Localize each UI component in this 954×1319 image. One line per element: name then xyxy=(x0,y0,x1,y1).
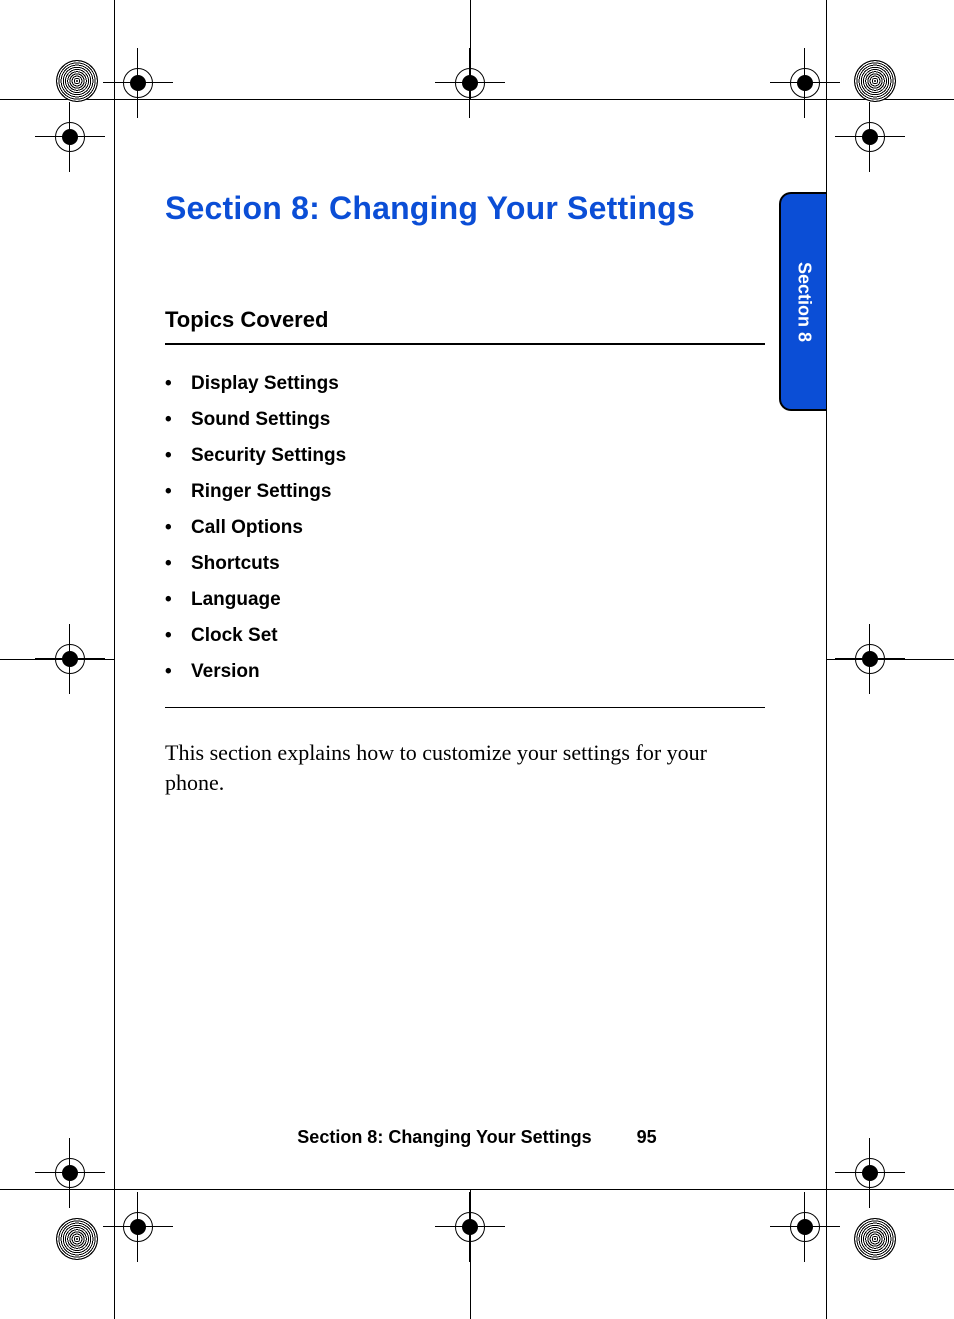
section-title: Section 8: Changing Your Settings xyxy=(165,190,765,227)
registration-disc-icon xyxy=(854,1218,896,1260)
heading-rule xyxy=(165,343,765,345)
registration-mark-icon xyxy=(855,644,885,674)
topics-list-item: Clock Set xyxy=(165,625,765,647)
topics-heading: Topics Covered xyxy=(165,307,765,333)
section-side-tab-label: Section 8 xyxy=(793,261,814,341)
topics-list-item: Sound Settings xyxy=(165,409,765,431)
page-content: Section 8: Changing Your Settings Topics… xyxy=(165,190,765,797)
registration-mark-icon xyxy=(455,68,485,98)
crop-tick xyxy=(826,659,954,660)
registration-disc-icon xyxy=(56,60,98,102)
topics-list-item: Shortcuts xyxy=(165,553,765,575)
registration-mark-icon xyxy=(123,1212,153,1242)
list-end-rule xyxy=(165,707,765,708)
footer-section-title: Section 8: Changing Your Settings xyxy=(297,1127,591,1147)
topics-list-item: Security Settings xyxy=(165,445,765,467)
crop-tick xyxy=(470,1189,471,1319)
registration-mark-icon xyxy=(855,1158,885,1188)
page-footer: Section 8: Changing Your Settings 95 xyxy=(0,1127,954,1148)
topics-list: Display Settings Sound Settings Security… xyxy=(165,373,765,683)
registration-mark-icon xyxy=(790,68,820,98)
topics-list-item: Display Settings xyxy=(165,373,765,395)
crop-line-horizontal xyxy=(0,99,954,100)
crop-line-horizontal xyxy=(0,1189,954,1190)
registration-mark-icon xyxy=(455,1212,485,1242)
registration-mark-icon xyxy=(855,122,885,152)
topics-list-item: Ringer Settings xyxy=(165,481,765,503)
footer-page-number: 95 xyxy=(637,1127,657,1148)
topics-list-item: Version xyxy=(165,661,765,683)
registration-disc-icon xyxy=(854,60,896,102)
registration-mark-icon xyxy=(55,1158,85,1188)
registration-mark-icon xyxy=(790,1212,820,1242)
topics-list-item: Call Options xyxy=(165,517,765,539)
section-intro-paragraph: This section explains how to customize y… xyxy=(165,738,765,797)
registration-disc-icon xyxy=(56,1218,98,1260)
registration-mark-icon xyxy=(55,644,85,674)
registration-mark-icon xyxy=(55,122,85,152)
topics-list-item: Language xyxy=(165,589,765,611)
registration-mark-icon xyxy=(123,68,153,98)
section-side-tab: Section 8 xyxy=(779,192,826,411)
